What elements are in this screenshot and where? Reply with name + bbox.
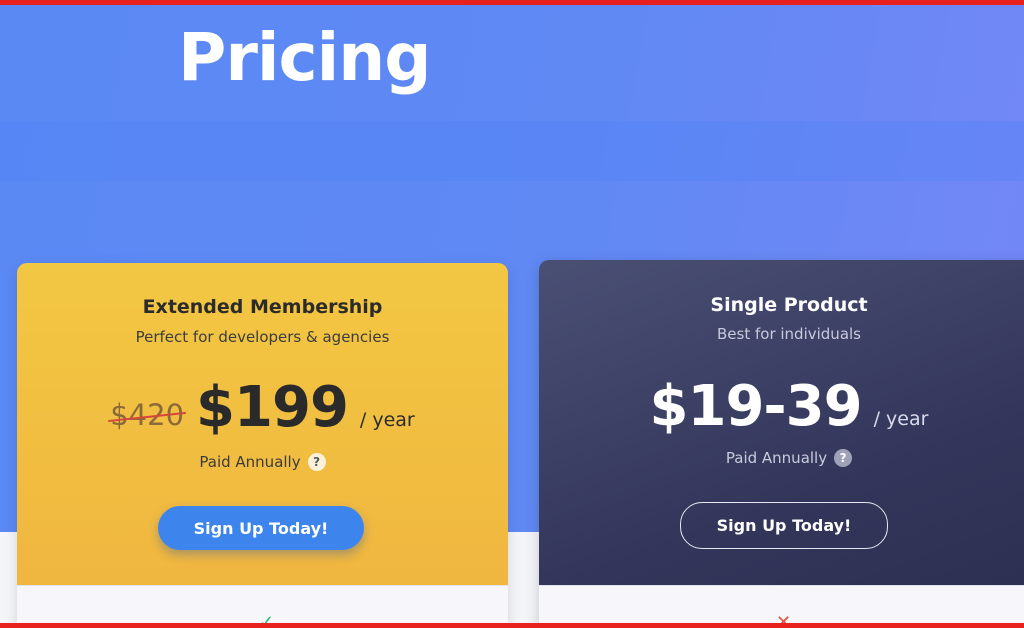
price-row: $19-39 / year: [539, 374, 1024, 439]
help-icon[interactable]: ?: [307, 453, 326, 471]
plan-name: Extended Membership: [142, 296, 383, 318]
plan-price: $19-39: [649, 374, 863, 439]
price-period: / year: [359, 409, 415, 431]
old-price: $420: [110, 398, 185, 432]
signup-button[interactable]: Sign Up Today!: [680, 502, 888, 549]
plan-subtitle: Best for individuals: [717, 325, 861, 343]
plan-card-extended: Extended Membership Perfect for develope…: [17, 263, 508, 628]
frame-bottom-border: [0, 623, 1024, 628]
plan-card-single: Single Product Best for individuals $19-…: [539, 260, 1024, 628]
help-icon[interactable]: ?: [834, 449, 853, 467]
feature-list: ✓: [17, 585, 508, 628]
feature-list: ✕: [539, 585, 1024, 628]
plan-name: Single Product: [710, 294, 868, 316]
frame-top-border: [0, 0, 1024, 5]
page-title: Pricing: [178, 19, 432, 96]
billing-label: Paid Annually: [199, 453, 301, 471]
plan-price: $199: [196, 375, 349, 440]
price-row: $420 $199 / year: [17, 375, 508, 440]
billing-label: Paid Annually: [725, 449, 828, 467]
billing-row: Paid Annually ?: [17, 453, 508, 471]
signup-button[interactable]: Sign Up Today!: [158, 506, 364, 550]
hero-band: [0, 121, 1024, 181]
plan-subtitle: Perfect for developers & agencies: [135, 328, 390, 346]
billing-row: Paid Annually ?: [539, 449, 1024, 467]
price-period: / year: [873, 408, 929, 430]
